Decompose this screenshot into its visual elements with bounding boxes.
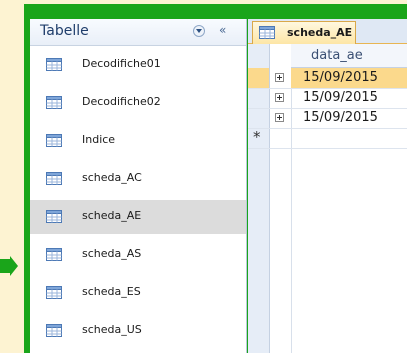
table-icon [46,324,62,337]
nav-item-decodifiche01[interactable]: Decodifiche01 [30,48,246,82]
nav-item-indice[interactable]: Indice [30,124,246,158]
cell-data-ae[interactable]: 15/09/2015 [303,70,378,85]
nav-item-scheda-us[interactable]: scheda_US [30,314,246,348]
nav-item-label: Decodifiche02 [82,95,161,108]
table-icon [46,172,62,185]
pointer-arrow-icon [0,256,18,276]
record-selector[interactable] [248,68,269,88]
table-icon [46,58,62,71]
table-icon [46,134,62,147]
nav-item-decodifiche02[interactable]: Decodifiche02 [30,86,246,120]
new-record-marker: * [253,128,261,146]
record-selector[interactable] [248,108,269,128]
table-row[interactable]: 15/09/2015 [248,88,407,109]
table-icon [259,26,275,39]
column-header-label: data_ae [311,48,363,63]
nav-item-label: Decodifiche01 [82,57,161,70]
collapse-pane-button[interactable]: « [219,23,226,37]
table-icon [46,286,62,299]
table-row[interactable]: 15/09/2015 [248,68,407,89]
table-row[interactable]: 15/09/2015 [248,108,407,129]
tab-label: scheda_AE [287,26,353,39]
cell-data-ae[interactable]: 15/09/2015 [303,110,378,125]
navigation-pane: Tabelle « Decodifiche01 Decodifiche02 Indi… [30,19,247,353]
expand-plus-icon[interactable] [275,73,284,82]
nav-item-scheda-ac[interactable]: scheda_AC [30,162,246,196]
column-header-data-ae[interactable]: data_ae [291,44,407,68]
nav-item-scheda-es[interactable]: scheda_ES [30,276,246,310]
table-icon [46,210,62,223]
nav-item-scheda-ae[interactable]: scheda_AE [30,200,246,234]
datasheet-grid: data_ae 15/09/2015 15/09/2015 15/09/2015 * [248,44,407,353]
nav-item-label: scheda_ES [82,285,141,298]
nav-item-label: scheda_AS [82,247,142,260]
expand-plus-icon[interactable] [275,93,284,102]
navigation-pane-title: Tabelle [40,23,89,39]
cell-data-ae[interactable]: 15/09/2015 [303,90,378,105]
table-icon [46,96,62,109]
nav-item-label: scheda_AC [82,171,142,184]
table-icon [46,248,62,261]
tab-scheda-ae[interactable]: scheda_AE [252,21,356,44]
nav-item-label: scheda_AE [82,209,142,222]
nav-item-scheda-as[interactable]: scheda_AS [30,238,246,272]
record-selector[interactable] [248,88,269,108]
chevron-down-icon[interactable] [193,25,205,37]
navigation-pane-header: Tabelle « [30,19,246,46]
nav-item-label: Indice [82,133,116,146]
nav-item-label: scheda_US [82,323,142,336]
datasheet-view: scheda_AE data_ae 15/09/2015 15/09/2015 15… [248,19,407,353]
document-tabs: scheda_AE [248,19,407,44]
expand-plus-icon[interactable] [275,113,284,122]
new-record-row[interactable]: * [248,128,407,149]
